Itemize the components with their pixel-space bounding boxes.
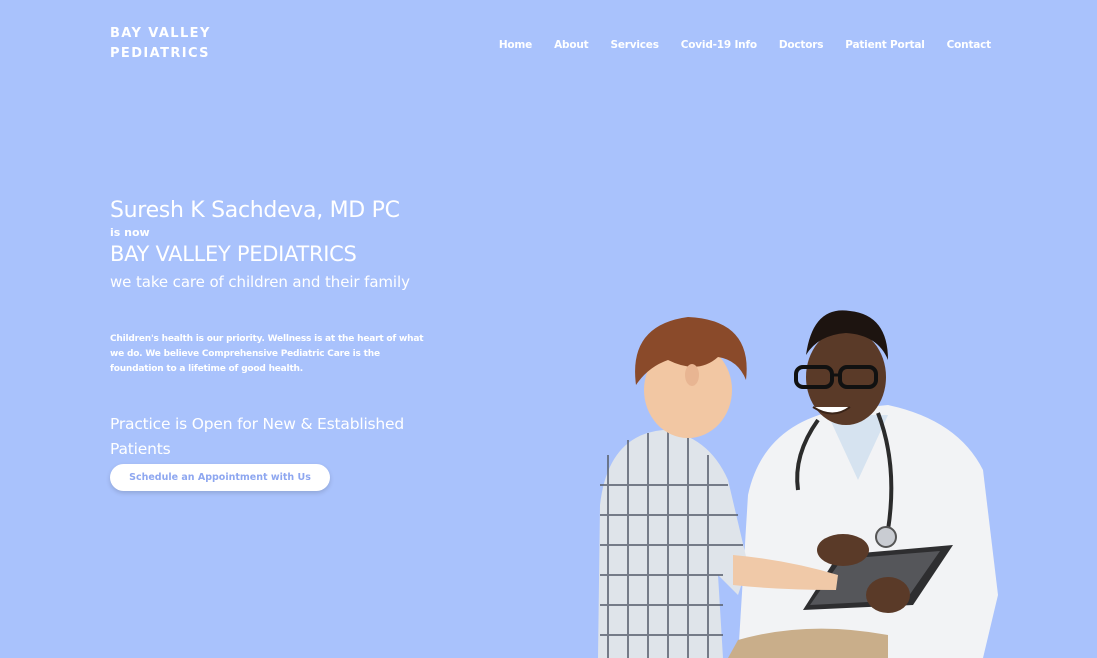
nav-services[interactable]: Services <box>610 39 659 51</box>
brand-heading: BAY VALLEY PEDIATRICS <box>110 242 357 266</box>
hero-section: Suresh K Sachdeva, MD PC is now BAY VALL… <box>110 196 440 462</box>
open-notice: Practice is Open for New & Established P… <box>110 415 405 458</box>
is-now-label: is now <box>110 226 150 239</box>
nav-contact[interactable]: Contact <box>947 39 992 51</box>
site-logo[interactable]: BAY VALLEY PEDIATRICS <box>110 24 211 64</box>
schedule-appointment-button[interactable]: Schedule an Appointment with Us <box>110 464 330 491</box>
nav-home[interactable]: Home <box>499 39 532 51</box>
logo-line-2: PEDIATRICS <box>110 46 210 61</box>
tagline: we take care of children and their famil… <box>110 273 410 291</box>
nav-covid-info[interactable]: Covid-19 Info <box>681 39 757 51</box>
main-nav: Home About Services Covid-19 Info Doctor… <box>477 39 991 51</box>
logo-line-1: BAY VALLEY <box>110 26 211 41</box>
nav-patient-portal[interactable]: Patient Portal <box>845 39 925 51</box>
nav-about[interactable]: About <box>554 39 589 51</box>
doctor-with-child-photo <box>598 310 998 658</box>
nav-doctors[interactable]: Doctors <box>779 39 824 51</box>
practice-name: Suresh K Sachdeva, MD PC <box>110 198 400 223</box>
hero-description: Children's health is our priority. Welln… <box>110 334 424 374</box>
